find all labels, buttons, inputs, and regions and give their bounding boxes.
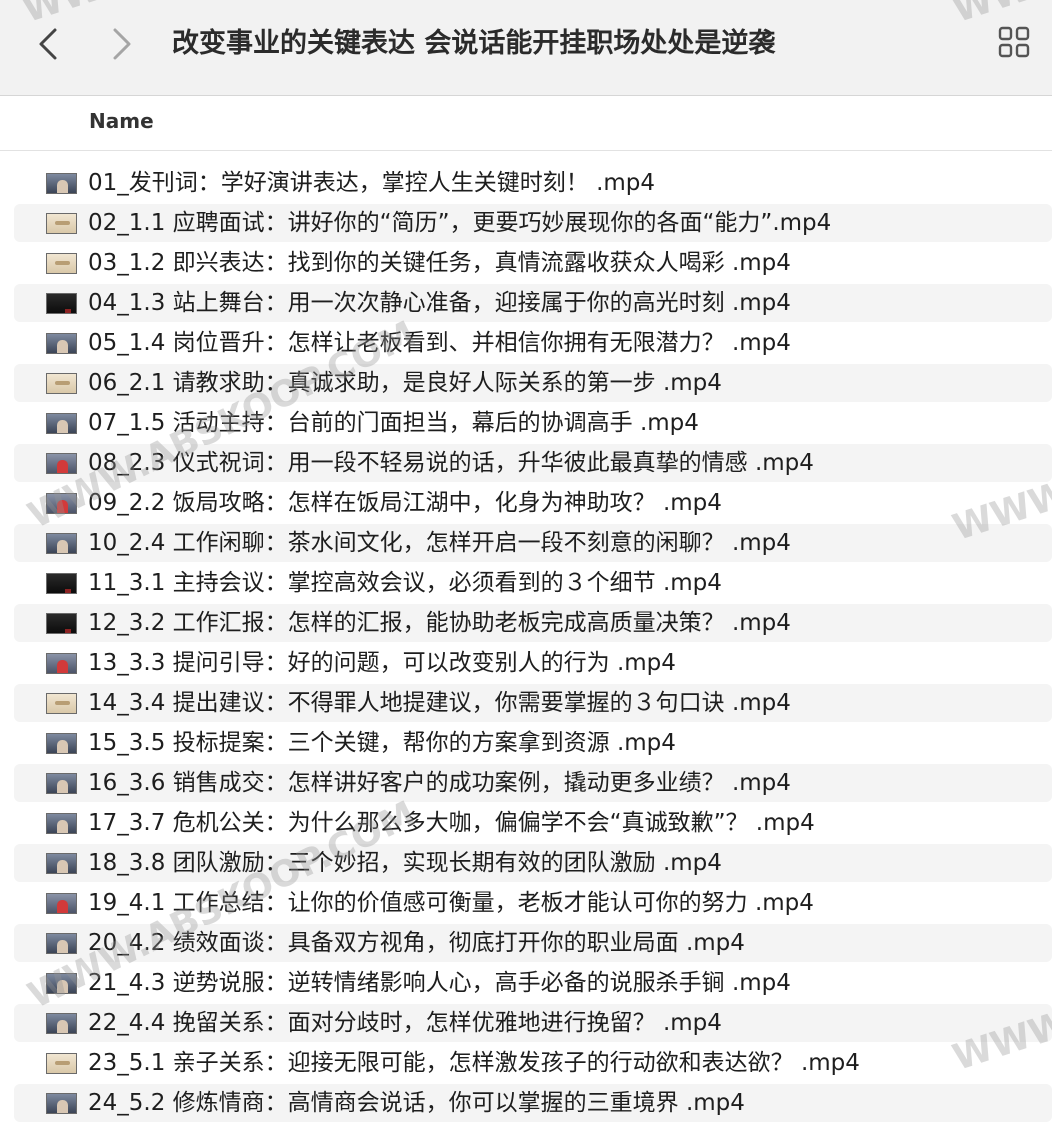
file-list: 01_发刊词：学好演讲表达，掌控人生关键时刻！ .mp4 02_1.1 应聘面试：… <box>0 163 1052 1123</box>
file-name: 18_3.8 团队激励：三个妙招，实现长期有效的团队激励 .mp4 <box>88 850 722 876</box>
file-name: 22_4.4 挽留关系：面对分歧时，怎样优雅地进行挽留？ .mp4 <box>88 1010 722 1036</box>
chevron-left-icon <box>38 27 58 61</box>
video-thumbnail-icon <box>46 213 77 234</box>
file-row[interactable]: 04_1.3 站上舞台：用一次次静心准备，迎接属于你的高光时刻 .mp4 <box>0 283 1052 323</box>
back-button[interactable] <box>30 22 66 66</box>
file-row[interactable]: 15_3.5 投标提案：三个关键，帮你的方案拿到资源 .mp4 <box>0 723 1052 763</box>
file-row[interactable]: 01_发刊词：学好演讲表达，掌控人生关键时刻！ .mp4 <box>0 163 1052 203</box>
toolbar: 改变事业的关键表达 会说话能开挂职场处处是逆袭 <box>0 0 1052 96</box>
file-name: 13_3.3 提问引导：好的问题，可以改变别人的行为 .mp4 <box>88 650 676 676</box>
file-name: 09_2.2 饭局攻略：怎样在饭局江湖中，化身为神助攻？ .mp4 <box>88 490 722 516</box>
video-thumbnail-icon <box>46 573 77 594</box>
file-row[interactable]: 08_2.3 仪式祝词：用一段不轻易说的话，升华彼此最真挚的情感 .mp4 <box>0 443 1052 483</box>
video-thumbnail-icon <box>46 853 77 874</box>
file-name: 21_4.3 逆势说服：逆转情绪影响人心，高手必备的说服杀手锏 .mp4 <box>88 970 791 996</box>
video-thumbnail-icon <box>46 653 77 674</box>
video-thumbnail-icon <box>46 253 77 274</box>
file-row[interactable]: 20_4.2 绩效面谈：具备双方视角，彻底打开你的职业局面 .mp4 <box>0 923 1052 963</box>
file-name: 24_5.2 修炼情商：高情商会说话，你可以掌握的三重境界 .mp4 <box>88 1090 745 1116</box>
forward-button[interactable] <box>104 22 140 66</box>
file-name: 01_发刊词：学好演讲表达，掌控人生关键时刻！ .mp4 <box>88 170 656 196</box>
grid-view-icon <box>998 26 1030 62</box>
video-thumbnail-icon <box>46 293 77 314</box>
file-row[interactable]: 18_3.8 团队激励：三个妙招，实现长期有效的团队激励 .mp4 <box>0 843 1052 883</box>
file-row[interactable]: 13_3.3 提问引导：好的问题，可以改变别人的行为 .mp4 <box>0 643 1052 683</box>
file-name: 19_4.1 工作总结：让你的价值感可衡量，老板才能认可你的努力 .mp4 <box>88 890 814 916</box>
video-thumbnail-icon <box>46 1053 77 1074</box>
file-name: 03_1.2 即兴表达：找到你的关键任务，真情流露收获众人喝彩 .mp4 <box>88 250 791 276</box>
file-name: 23_5.1 亲子关系：迎接无限可能，怎样激发孩子的行动欲和表达欲？ .mp4 <box>88 1050 860 1076</box>
file-row[interactable]: 09_2.2 饭局攻略：怎样在饭局江湖中，化身为神助攻？ .mp4 <box>0 483 1052 523</box>
file-row[interactable]: 23_5.1 亲子关系：迎接无限可能，怎样激发孩子的行动欲和表达欲？ .mp4 <box>0 1043 1052 1083</box>
file-name: 15_3.5 投标提案：三个关键，帮你的方案拿到资源 .mp4 <box>88 730 676 756</box>
video-thumbnail-icon <box>46 693 77 714</box>
video-thumbnail-icon <box>46 333 77 354</box>
chevron-right-icon <box>112 27 132 61</box>
file-name: 08_2.3 仪式祝词：用一段不轻易说的话，升华彼此最真挚的情感 .mp4 <box>88 450 814 476</box>
file-row[interactable]: 21_4.3 逆势说服：逆转情绪影响人心，高手必备的说服杀手锏 .mp4 <box>0 963 1052 1003</box>
file-row[interactable]: 06_2.1 请教求助：真诚求助，是良好人际关系的第一步 .mp4 <box>0 363 1052 403</box>
column-header-name[interactable]: Name <box>89 109 154 133</box>
video-thumbnail-icon <box>46 413 77 434</box>
video-thumbnail-icon <box>46 173 77 194</box>
video-thumbnail-icon <box>46 813 77 834</box>
file-name: 04_1.3 站上舞台：用一次次静心准备，迎接属于你的高光时刻 .mp4 <box>88 290 791 316</box>
video-thumbnail-icon <box>46 373 77 394</box>
video-thumbnail-icon <box>46 453 77 474</box>
file-row[interactable]: 10_2.4 工作闲聊：茶水间文化，怎样开启一段不刻意的闲聊？ .mp4 <box>0 523 1052 563</box>
file-row[interactable]: 03_1.2 即兴表达：找到你的关键任务，真情流露收获众人喝彩 .mp4 <box>0 243 1052 283</box>
view-mode-button[interactable] <box>996 24 1032 64</box>
file-name: 20_4.2 绩效面谈：具备双方视角，彻底打开你的职业局面 .mp4 <box>88 930 745 956</box>
file-name: 17_3.7 危机公关：为什么那么多大咖，偏偏学不会“真诚致歉”？ .mp4 <box>88 810 815 836</box>
file-row[interactable]: 12_3.2 工作汇报：怎样的汇报，能协助老板完成高质量决策？ .mp4 <box>0 603 1052 643</box>
file-name: 11_3.1 主持会议：掌控高效会议，必须看到的３个细节 .mp4 <box>88 570 722 596</box>
file-row[interactable]: 07_1.5 活动主持：台前的门面担当，幕后的协调高手 .mp4 <box>0 403 1052 443</box>
file-name: 06_2.1 请教求助：真诚求助，是良好人际关系的第一步 .mp4 <box>88 370 722 396</box>
file-row[interactable]: 24_5.2 修炼情商：高情商会说话，你可以掌握的三重境界 .mp4 <box>0 1083 1052 1123</box>
file-row[interactable]: 14_3.4 提出建议：不得罪人地提建议，你需要掌握的３句口诀 .mp4 <box>0 683 1052 723</box>
file-row[interactable]: 05_1.4 岗位晋升：怎样让老板看到、并相信你拥有无限潜力？ .mp4 <box>0 323 1052 363</box>
file-name: 12_3.2 工作汇报：怎样的汇报，能协助老板完成高质量决策？ .mp4 <box>88 610 791 636</box>
file-name: 02_1.1 应聘面试：讲好你的“简历”，更要巧妙展现你的各面“能力”.mp4 <box>88 210 832 236</box>
video-thumbnail-icon <box>46 933 77 954</box>
file-row[interactable]: 19_4.1 工作总结：让你的价值感可衡量，老板才能认可你的努力 .mp4 <box>0 883 1052 923</box>
video-thumbnail-icon <box>46 493 77 514</box>
file-name: 16_3.6 销售成交：怎样讲好客户的成功案例，撬动更多业绩？ .mp4 <box>88 770 791 796</box>
file-name: 14_3.4 提出建议：不得罪人地提建议，你需要掌握的３句口诀 .mp4 <box>88 690 791 716</box>
video-thumbnail-icon <box>46 1093 77 1114</box>
video-thumbnail-icon <box>46 733 77 754</box>
video-thumbnail-icon <box>46 533 77 554</box>
file-row[interactable]: 17_3.7 危机公关：为什么那么多大咖，偏偏学不会“真诚致歉”？ .mp4 <box>0 803 1052 843</box>
file-row[interactable]: 16_3.6 销售成交：怎样讲好客户的成功案例，撬动更多业绩？ .mp4 <box>0 763 1052 803</box>
video-thumbnail-icon <box>46 973 77 994</box>
video-thumbnail-icon <box>46 613 77 634</box>
window-title: 改变事业的关键表达 会说话能开挂职场处处是逆袭 <box>172 28 776 59</box>
file-row[interactable]: 11_3.1 主持会议：掌控高效会议，必须看到的３个细节 .mp4 <box>0 563 1052 603</box>
file-name: 10_2.4 工作闲聊：茶水间文化，怎样开启一段不刻意的闲聊？ .mp4 <box>88 530 791 556</box>
file-name: 05_1.4 岗位晋升：怎样让老板看到、并相信你拥有无限潜力？ .mp4 <box>88 330 791 356</box>
list-header: Name <box>0 97 1052 151</box>
file-row[interactable]: 22_4.4 挽留关系：面对分歧时，怎样优雅地进行挽留？ .mp4 <box>0 1003 1052 1043</box>
video-thumbnail-icon <box>46 773 77 794</box>
video-thumbnail-icon <box>46 1013 77 1034</box>
file-name: 07_1.5 活动主持：台前的门面担当，幕后的协调高手 .mp4 <box>88 410 699 436</box>
video-thumbnail-icon <box>46 893 77 914</box>
file-row[interactable]: 02_1.1 应聘面试：讲好你的“简历”，更要巧妙展现你的各面“能力”.mp4 <box>0 203 1052 243</box>
